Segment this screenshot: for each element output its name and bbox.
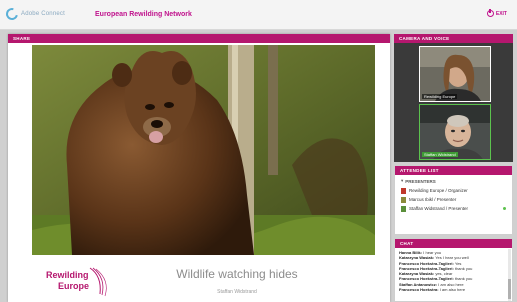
exit-button[interactable]: EXIT [486, 9, 507, 17]
person-icon [401, 196, 406, 203]
chat-text: thank you [454, 265, 473, 271]
right-column: CAMERA AND VOICE Rewilding Europe Staffa… [394, 34, 513, 302]
chat-pod: CHAT Hanna Bilik: I hear you Katarzyna W… [394, 238, 513, 302]
chat-sender: Staffan Antanowicz: [399, 281, 438, 287]
chat-pod-header: CHAT [395, 239, 512, 248]
chat-text: I am also here [438, 281, 464, 287]
chat-sender: Francesco Hoekstra-Taglieri: [399, 265, 454, 271]
camera-pod: CAMERA AND VOICE Rewilding Europe Staffa… [394, 34, 513, 162]
chat-sender: Katarzyna Wasiak: [399, 271, 435, 277]
chat-message: Francesco Hoekstra: I am also here [399, 287, 508, 292]
attendee-name: Rewilding Europe / Organizer [409, 188, 468, 193]
attendee-name: Staffan Widstrand / Presenter [409, 206, 468, 211]
attendee-group-presenters[interactable]: ▾ PRESENTERS [395, 175, 512, 186]
app-logo: Adobe Connect [3, 5, 65, 23]
slide-title: Wildlife watching hides [176, 267, 298, 281]
chevron-down-icon: ▾ [401, 178, 404, 183]
chat-text: Yes [454, 260, 462, 266]
presentation-slide: Rewilding Europe Wildlife watching hides… [32, 45, 375, 302]
attendee-pod-header: ATTENDEE LIST [395, 166, 512, 175]
camera-tile-name: Staffan Widstrand [422, 152, 458, 157]
chat-text: thank you [454, 276, 473, 282]
bear-photo [32, 45, 375, 255]
logo-mark-icon [3, 5, 21, 23]
attendee-pod: ATTENDEE LIST ▾ PRESENTERS Rewilding Eur… [394, 165, 513, 235]
meeting-name: European Rewilding Network [95, 11, 192, 18]
share-pod-header: SHARE [8, 34, 390, 43]
logo-line-1: Rewilding [46, 270, 89, 280]
camera-pod-header: CAMERA AND VOICE [394, 34, 513, 43]
chat-sender: Francesco Hoekstra-Taglieri: [399, 260, 454, 266]
attendee-row[interactable]: Marcus Ibikl / Presenter [395, 195, 512, 204]
share-pod: SHARE Rewilding Europe Wildlife watching… [8, 34, 390, 302]
chat-text: Yes I hear you well [435, 255, 469, 261]
chat-sender: Francesco Hoekstra-Taglieri: [399, 276, 454, 282]
person-icon [401, 205, 406, 212]
online-status-icon [503, 207, 506, 210]
chat-sender: Katarzyna Wasiak: [399, 255, 435, 261]
chat-scrollbar-thumb[interactable] [508, 279, 511, 299]
camera-tile[interactable]: Rewilding Europe [419, 46, 491, 102]
logo-text: Adobe Connect [21, 11, 65, 17]
top-bar: Adobe Connect European Rewilding Network… [0, 0, 517, 30]
chat-text: I hear you [423, 250, 442, 255]
logo-line-2: Europe [58, 281, 89, 291]
exit-label: EXIT [495, 10, 507, 17]
meeting-area: SHARE Rewilding Europe Wildlife watching… [0, 30, 517, 302]
group-label: PRESENTERS [405, 178, 436, 184]
camera-tile-name: Rewilding Europe [422, 94, 458, 99]
rewilding-europe-logo: Rewilding Europe [46, 267, 107, 297]
chat-sender: Hanna Bilik: [399, 250, 423, 255]
attendee-row[interactable]: Staffan Widstrand / Presenter [395, 204, 512, 213]
slide-author: Staffan Widstrand [217, 289, 257, 295]
attendee-row[interactable]: Rewilding Europe / Organizer [395, 186, 512, 195]
camera-tile[interactable]: Staffan Widstrand [419, 104, 491, 160]
chat-messages: Hanna Bilik: I hear you Katarzyna Wasiak… [395, 248, 512, 294]
chat-sender: Francesco Hoekstra: [399, 287, 439, 293]
chat-text: I am also here [439, 287, 466, 293]
attendee-name: Marcus Ibikl / Presenter [409, 197, 457, 202]
power-icon [486, 9, 494, 17]
chat-text: yes, clear [435, 271, 453, 277]
person-icon [401, 187, 406, 194]
